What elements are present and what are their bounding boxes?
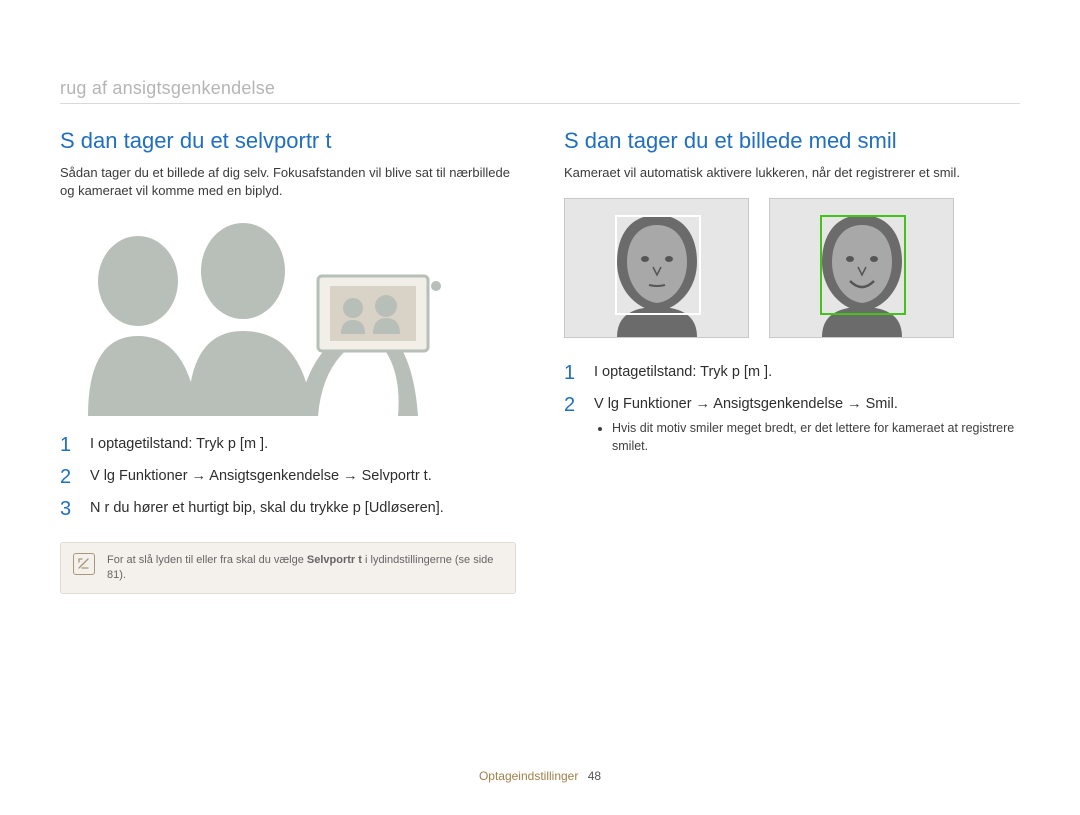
section-header: rug af ansigtsgenkendelse xyxy=(60,78,1020,104)
note-icon xyxy=(73,553,95,575)
step-text: I optagetilstand: Tryk p [m ]. xyxy=(90,434,268,454)
step-text: N r du hører et hurtigt bip, skal du try… xyxy=(90,498,444,518)
step-number: 1 xyxy=(60,434,78,456)
detect-box-green xyxy=(820,215,906,315)
col-smile: S dan tager du et billede med smil Kamer… xyxy=(564,128,1020,594)
step-text: V lg Funktioner → Ansigtsgenkendelse → S… xyxy=(90,466,432,486)
step-text: I optagetilstand: Tryk p [m ]. xyxy=(594,362,772,382)
bullet-item: Hvis dit motiv smiler meget bredt, er de… xyxy=(612,420,1020,455)
footer-page-number: 48 xyxy=(588,769,601,783)
step-row: 2 V lg Funktioner → Ansigtsgenkendelse →… xyxy=(60,466,516,488)
face-panel-smile xyxy=(769,198,954,338)
intro-smile: Kameraet vil automatisk aktivere lukkere… xyxy=(564,164,1020,182)
step-number: 1 xyxy=(564,362,582,384)
detect-box-white xyxy=(615,215,701,315)
steps-selfportrait: 1 I optagetilstand: Tryk p [m ]. 2 V lg … xyxy=(60,434,516,520)
note-box: For at slå lyden til eller fra skal du v… xyxy=(60,542,516,594)
step-number: 3 xyxy=(60,498,78,520)
steps-smile: 1 I optagetilstand: Tryk p [m ]. 2 V lg … xyxy=(564,362,1020,455)
step-number: 2 xyxy=(60,466,78,488)
heading-selfportrait: S dan tager du et selvportr t xyxy=(60,128,516,154)
step-row: 2 V lg Funktioner → Ansigtsgenkendelse →… xyxy=(564,394,1020,455)
intro-selfportrait: Sådan tager du et billede af dig selv. F… xyxy=(60,164,516,200)
illustration-selfportrait xyxy=(60,216,516,416)
note-text: For at slå lyden til eller fra skal du v… xyxy=(107,553,503,583)
step-text: V lg Funktioner → Ansigtsgenkendelse → S… xyxy=(594,394,1020,455)
heading-smile: S dan tager du et billede med smil xyxy=(564,128,1020,154)
illustration-smile xyxy=(564,198,1020,338)
step-row: 3 N r du hører et hurtigt bip, skal du t… xyxy=(60,498,516,520)
col-selfportrait: S dan tager du et selvportr t Sådan tage… xyxy=(60,128,516,594)
page-footer: Optageindstillinger 48 xyxy=(0,769,1080,783)
step-row: 1 I optagetilstand: Tryk p [m ]. xyxy=(564,362,1020,384)
face-panel-neutral xyxy=(564,198,749,338)
step-row: 1 I optagetilstand: Tryk p [m ]. xyxy=(60,434,516,456)
footer-section-label: Optageindstillinger xyxy=(479,769,578,783)
step-number: 2 xyxy=(564,394,582,416)
